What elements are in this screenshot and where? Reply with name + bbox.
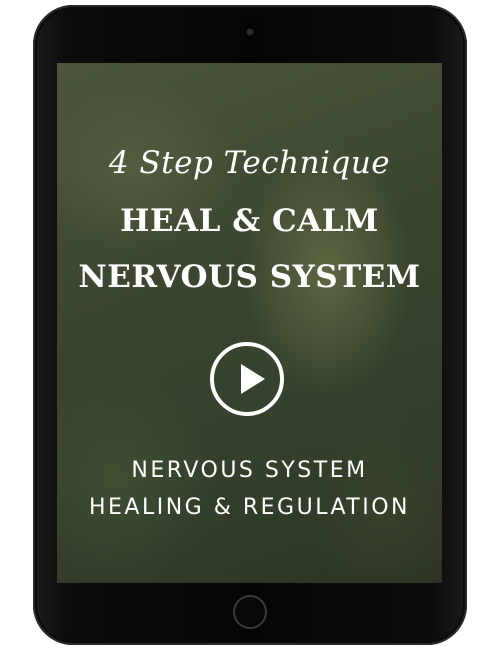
play-icon [241, 364, 265, 394]
play-button[interactable] [210, 342, 284, 416]
video-screen[interactable]: 4 Step Technique HEAL & CALM NERVOUS SYS… [57, 63, 442, 583]
headline-line-1: HEAL & CALM [120, 203, 379, 239]
headline-line-2: NERVOUS SYSTEM [78, 259, 421, 295]
tablet-frame: 4 Step Technique HEAL & CALM NERVOUS SYS… [33, 5, 467, 645]
camera-icon [247, 29, 253, 35]
home-button[interactable] [233, 595, 267, 629]
subtitle-line-1: NERVOUS SYSTEM [131, 458, 368, 483]
technique-title: 4 Step Technique [108, 145, 391, 181]
subtitle-line-2: HEALING & REGULATION [88, 495, 411, 520]
